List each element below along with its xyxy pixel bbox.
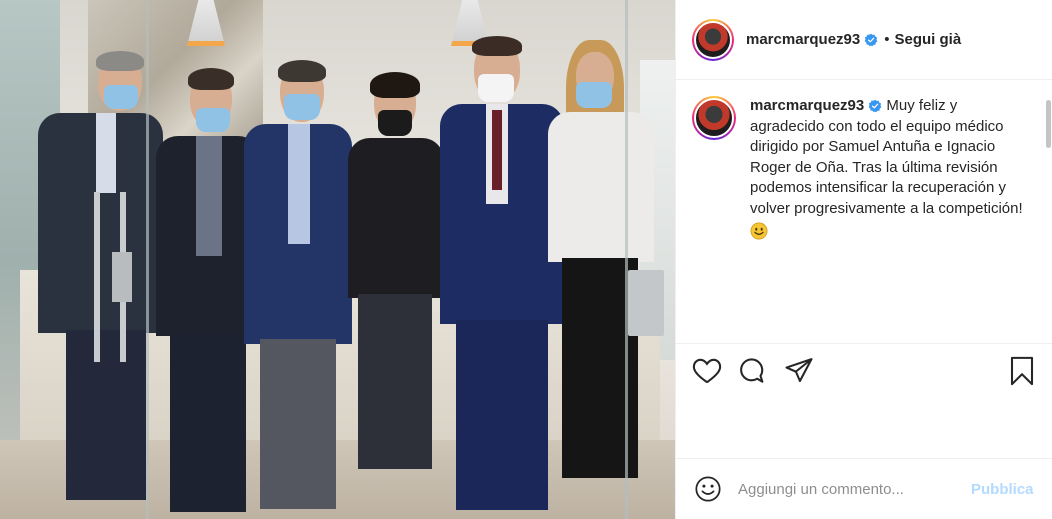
heart-icon[interactable] <box>692 356 722 386</box>
post-header: marcmarquez93 • Segui già <box>676 0 1052 80</box>
following-button[interactable]: Segui già <box>895 31 962 48</box>
verified-badge-icon <box>868 99 882 113</box>
photo-glass-frame <box>625 0 628 519</box>
photo-glass-frame <box>146 0 149 519</box>
comment-icon[interactable] <box>738 356 768 386</box>
photo-hinge <box>628 270 664 336</box>
smiley-icon[interactable] <box>694 475 722 503</box>
comment-bar: Pubblica <box>676 458 1052 519</box>
verified-badge-icon <box>864 33 878 46</box>
post-caption: marcmarquez93 Muy feliz y agradecido con… <box>692 96 1037 247</box>
paper-plane-icon[interactable] <box>784 356 814 386</box>
photo-door-handle <box>94 192 132 362</box>
bookmark-icon[interactable] <box>1007 356 1037 386</box>
comment-input[interactable] <box>738 480 958 498</box>
post-side-panel: marcmarquez93 • Segui già marcmarquez93 … <box>675 0 1052 519</box>
post-photo[interactable] <box>0 0 675 519</box>
follow-separator: • <box>884 31 890 48</box>
publish-button[interactable]: Pubblica <box>971 481 1034 498</box>
author-avatar[interactable] <box>692 18 734 61</box>
caption-message: Muy feliz y agradecido con todo el equip… <box>750 97 1023 217</box>
caption-scrollbar[interactable] <box>1046 100 1051 148</box>
smiling-face-emoji-icon <box>750 222 768 240</box>
caption-body: marcmarquez93 Muy feliz y agradecido con… <box>750 96 1030 247</box>
caption-author-avatar[interactable] <box>692 96 736 140</box>
caption-username[interactable]: marcmarquez93 <box>750 97 864 114</box>
post-actions <box>676 343 1052 399</box>
author-username[interactable]: marcmarquez93 <box>746 31 860 48</box>
